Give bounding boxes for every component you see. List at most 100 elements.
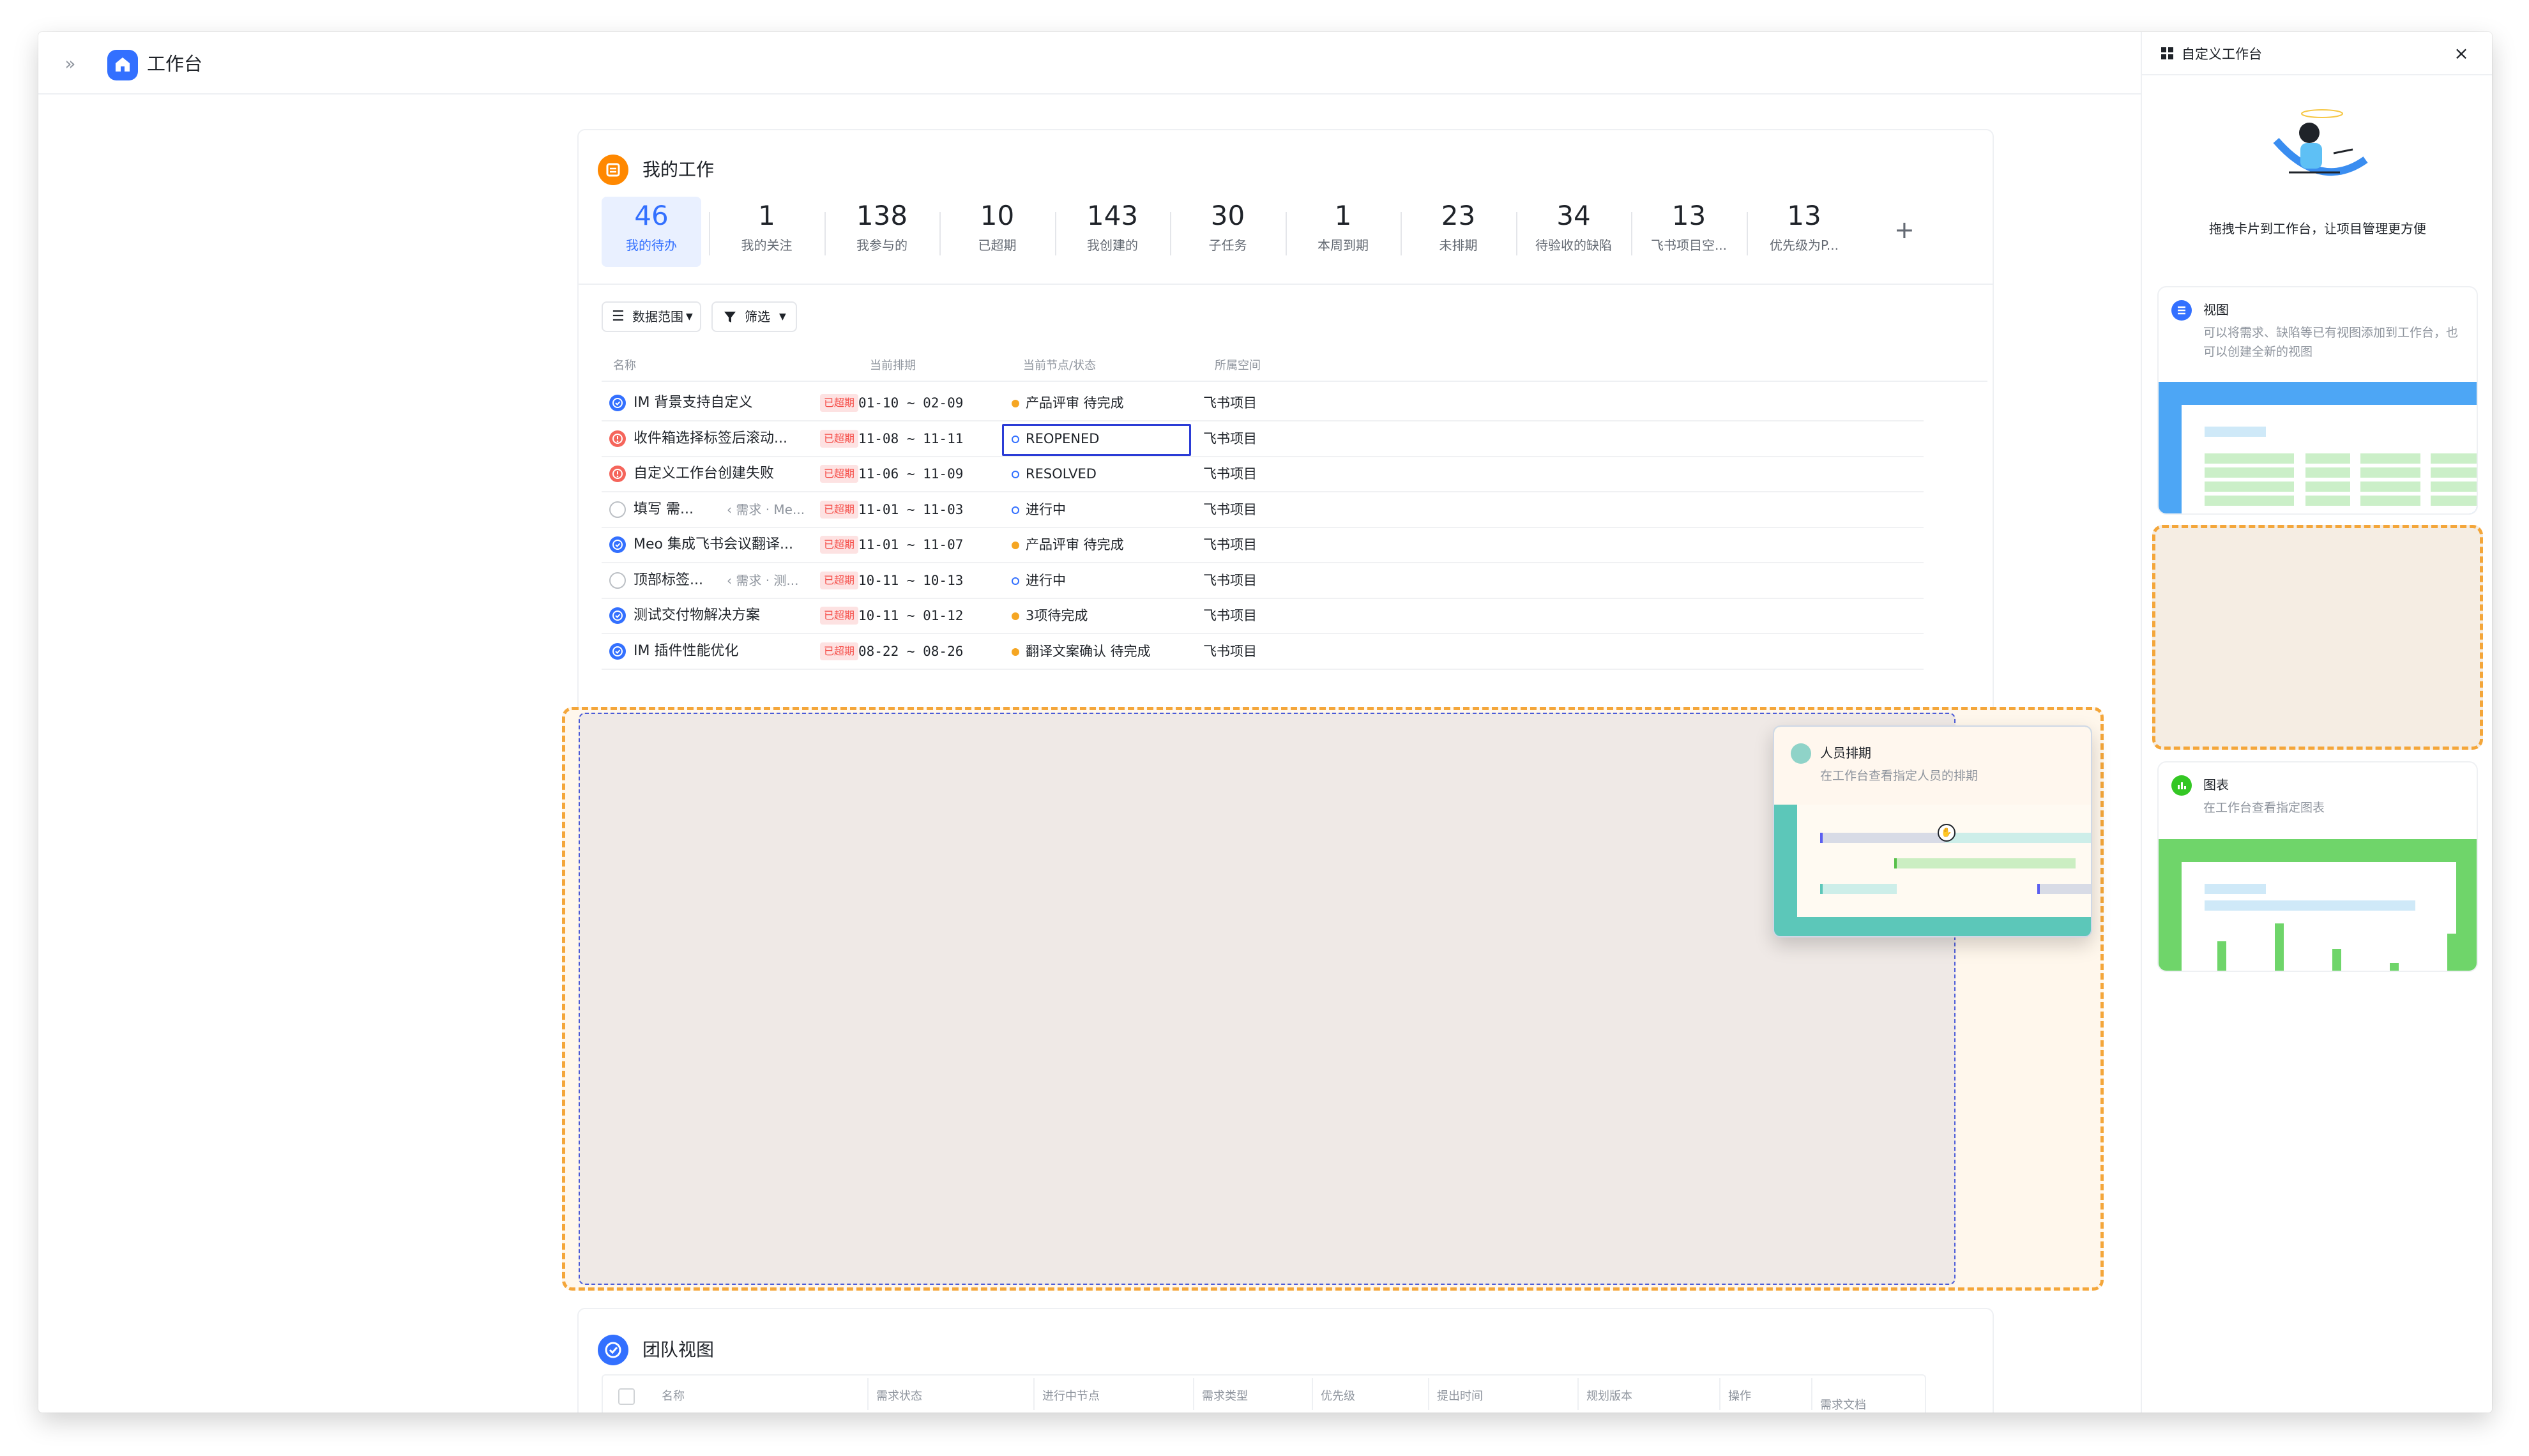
dragging-card-schedule[interactable]: 人员排期 在工作台查看指定人员的排期 ✋	[1773, 725, 2092, 937]
row-node-label: 翻译文案确认 待完成	[1026, 643, 1151, 659]
stat-separator	[1285, 212, 1287, 255]
row-space: 飞书项目	[1203, 572, 1257, 588]
panel-title: 自定义工作台	[2182, 47, 2262, 62]
template-card-view[interactable]: 视图 可以将需求、缺陷等已有视图添加到工作台，也可以创建全新的视图	[2157, 286, 2478, 515]
stat-separator	[1631, 212, 1632, 255]
row-node-label: 3项待完成	[1026, 608, 1088, 623]
stat-tab[interactable]: 13 优先级为P...	[1754, 197, 1854, 267]
stat-count: 138	[856, 200, 908, 231]
row-node: 产品评审 待完成	[1012, 393, 1124, 413]
overdue-badge: 已超期	[820, 536, 859, 554]
chart-preview	[2159, 839, 2477, 971]
home-icon	[107, 50, 138, 80]
stat-tab[interactable]: 34 待验收的缺陷	[1524, 197, 1623, 267]
row-name: 收件箱选择标签后滚动...	[634, 430, 787, 446]
row-parent: ‹ 需求 · 测...	[727, 572, 799, 588]
row-space: 飞书项目	[1203, 395, 1257, 411]
stat-tab[interactable]: 30 子任务	[1178, 197, 1278, 267]
col-node: 当前节点/状态	[1023, 359, 1097, 372]
stat-label: 我参与的	[856, 238, 908, 253]
row-schedule: 11-01 ~ 11-03	[858, 501, 964, 517]
template-card-chart[interactable]: 图表 在工作台查看指定图表	[2157, 761, 2478, 972]
drag-card-preview	[1797, 805, 2091, 917]
gantt-bar	[1820, 884, 1897, 894]
stat-count: 1	[1334, 200, 1352, 231]
bug-icon	[609, 466, 626, 482]
table-row[interactable]: IM 背景支持自定义 已超期 01-10 ~ 02-09 产品评审 待完成 飞书项目	[602, 386, 1924, 421]
my-work-card: 我的工作 46 我的待办 1 我的关注 138 我参与的 10 已超期 143 我创建的 30 子任务…	[577, 129, 1994, 728]
row-schedule: 01-10 ~ 02-09	[858, 395, 964, 411]
stat-tab[interactable]: 23 未排期	[1409, 197, 1508, 267]
stat-tab[interactable]: 143 我创建的	[1063, 197, 1162, 267]
col-name: 名称	[613, 359, 636, 372]
table-row[interactable]: 顶部标签... ‹ 需求 · 测... 已超期 10-11 ~ 10-13 进行中 飞书项…	[602, 563, 1924, 599]
stat-label: 我的待办	[626, 238, 677, 253]
page-title: 工作台	[147, 53, 203, 75]
team-view-card: 团队视图 名称 需求状态 进行中节点 需求类型 优先级 提出时间 规划版本 操作 需求文档	[577, 1308, 1994, 1413]
row-name: IM 背景支持自定义	[634, 395, 753, 411]
table-row[interactable]: Meo 集成飞书会议翻译... 已超期 11-01 ~ 11-07 产品评审 待完成 飞…	[602, 527, 1924, 563]
grid-icon	[2160, 46, 2175, 64]
stat-count: 23	[1441, 200, 1476, 231]
gantt-bar	[1820, 833, 1948, 843]
stat-separator	[1746, 212, 1748, 255]
row-space: 飞书项目	[1203, 643, 1257, 659]
expand-sidebar-icon[interactable]: »	[57, 51, 83, 77]
team-col-header: 操作	[1728, 1390, 1751, 1403]
status-dot	[1012, 400, 1019, 407]
stat-tab[interactable]: 46 我的待办	[602, 197, 701, 267]
stat-tab[interactable]: 1 我的关注	[717, 197, 817, 267]
team-col-separator	[1811, 1378, 1812, 1410]
stat-separator	[1401, 212, 1402, 255]
team-col-separator	[1719, 1378, 1720, 1410]
overdue-badge: 已超期	[820, 571, 859, 589]
row-name: Meo 集成飞书会议翻译...	[634, 536, 793, 552]
dragged-card-placeholder	[2152, 525, 2483, 750]
row-node: 翻译文案确认 待完成	[1012, 642, 1151, 661]
overdue-badge: 已超期	[820, 607, 859, 625]
empty-circle-icon	[609, 501, 626, 518]
select-all-checkbox[interactable]	[618, 1388, 635, 1405]
gantt-bar	[1894, 858, 2076, 868]
row-schedule: 11-08 ~ 11-11	[858, 430, 964, 446]
row-node-label: 产品评审 待完成	[1026, 395, 1124, 411]
people-schedule-icon	[1791, 743, 1811, 764]
add-tab-button[interactable]: +	[1894, 217, 1915, 243]
row-space: 飞书项目	[1203, 430, 1257, 446]
drag-card-header: 人员排期 在工作台查看指定人员的排期	[1774, 727, 2091, 805]
filter-label: 筛选	[745, 309, 770, 324]
stat-tab[interactable]: 1 本周到期	[1293, 197, 1393, 267]
team-col-header: 进行中节点	[1042, 1390, 1100, 1403]
team-col-separator	[1312, 1378, 1313, 1410]
stat-tab[interactable]: 10 已超期	[948, 197, 1047, 267]
stat-label: 子任务	[1208, 238, 1247, 253]
focused-cell[interactable]	[1002, 423, 1191, 456]
table-row[interactable]: IM 插件性能优化 已超期 08-22 ~ 08-26 翻译文案确认 待完成 飞书项目	[602, 634, 1924, 670]
filter-button[interactable]: 筛选 ▼	[711, 301, 797, 332]
row-schedule: 10-11 ~ 01-12	[858, 608, 964, 623]
stat-count: 34	[1556, 200, 1591, 231]
table-row[interactable]: 收件箱选择标签后滚动... 已超期 11-08 ~ 11-11 REOPENED 飞书项…	[602, 421, 1924, 457]
data-range-button[interactable]: ☰ 数据范围 ▼	[602, 301, 701, 332]
team-col-header: 名称	[662, 1390, 685, 1403]
overdue-badge: 已超期	[820, 500, 859, 519]
stat-tab[interactable]: 13 飞书项目空...	[1639, 197, 1739, 267]
empty-circle-icon	[609, 572, 626, 589]
stat-tab[interactable]: 138 我参与的	[832, 197, 932, 267]
team-col-separator	[1193, 1378, 1194, 1410]
table-row[interactable]: 填写 需... ‹ 需求 · Me... 已超期 11-01 ~ 11-03 进行中 飞书…	[602, 492, 1924, 528]
table-row[interactable]: 自定义工作台创建失败 已超期 11-06 ~ 11-09 RESOLVED 飞书项目	[602, 457, 1924, 492]
stat-label: 未排期	[1439, 238, 1478, 253]
stat-label: 飞书项目空...	[1650, 238, 1728, 253]
team-view-icon	[598, 1335, 628, 1365]
stat-count: 13	[1671, 200, 1706, 231]
team-col-header: 需求文档	[1820, 1399, 1866, 1412]
row-name: 自定义工作台创建失败	[634, 466, 775, 482]
stat-count: 13	[1787, 200, 1821, 231]
list-icon: ☰	[612, 308, 625, 324]
table-row[interactable]: 测试交付物解决方案 已超期 10-11 ~ 01-12 3项待完成 飞书项目	[602, 598, 1924, 634]
row-space: 飞书项目	[1203, 466, 1257, 482]
close-icon[interactable]: ×	[2447, 40, 2475, 68]
data-range-label: 数据范围	[632, 309, 683, 324]
view-icon	[2171, 300, 2192, 321]
